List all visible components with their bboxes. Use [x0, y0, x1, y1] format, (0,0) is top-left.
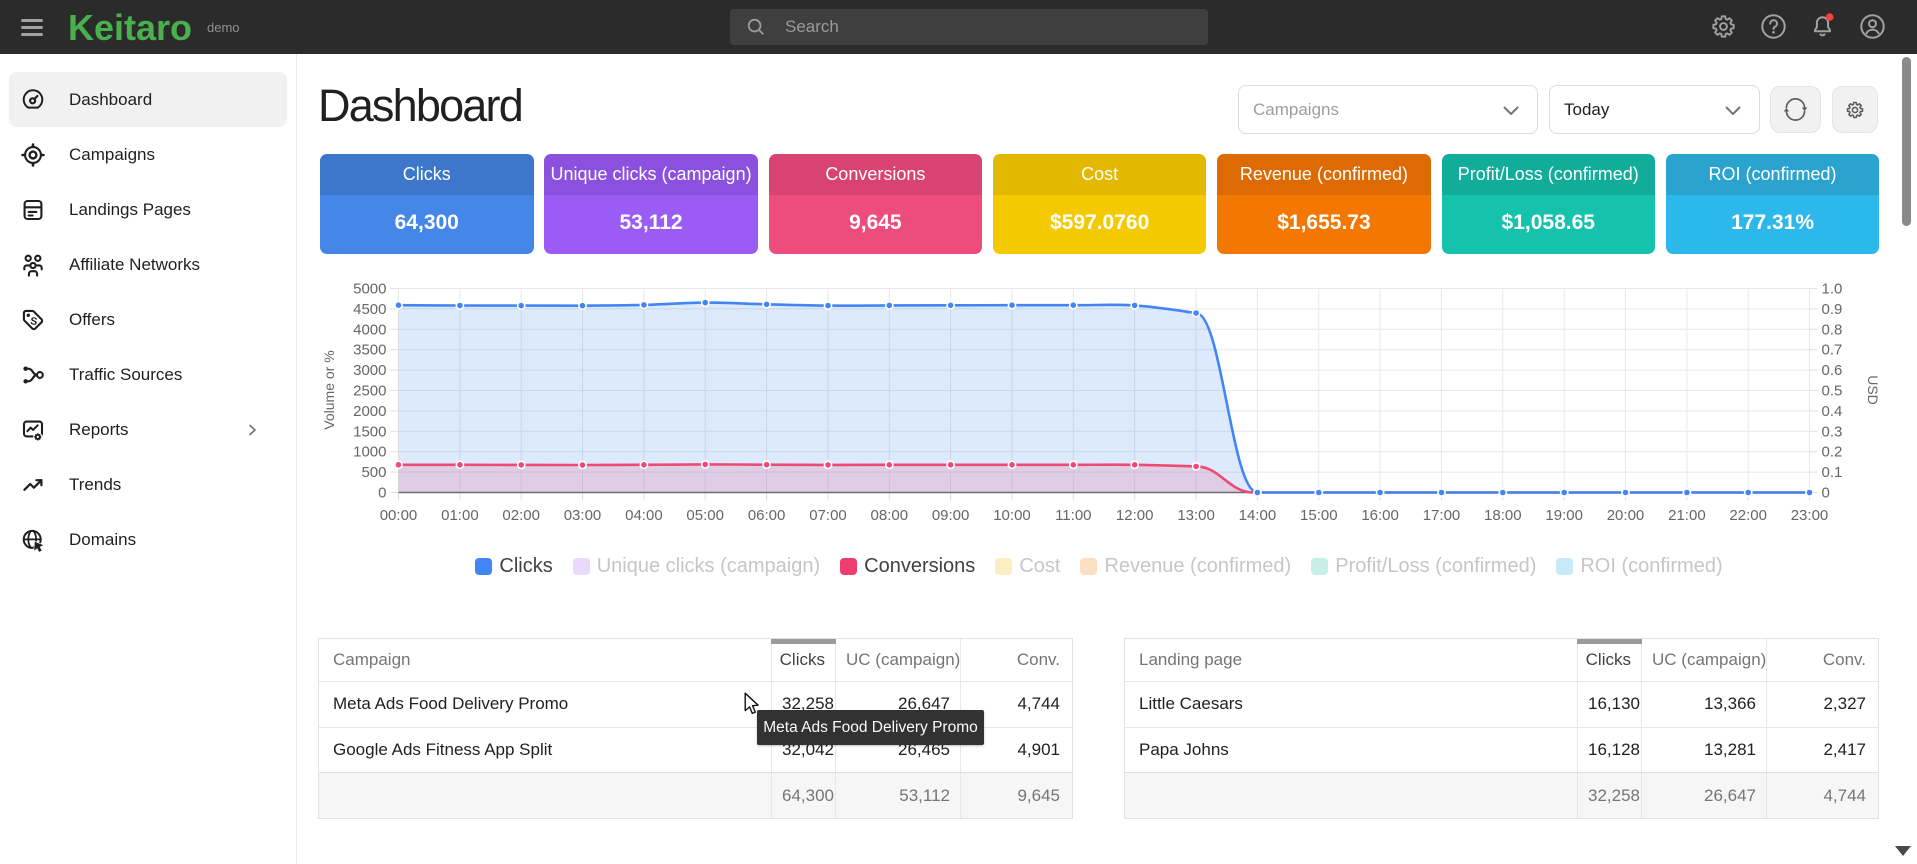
svg-text:08:00: 08:00: [871, 507, 909, 524]
svg-text:0: 0: [378, 485, 386, 502]
svg-text:0.3: 0.3: [1822, 423, 1843, 440]
svg-text:1.0: 1.0: [1822, 281, 1843, 298]
svg-text:12:00: 12:00: [1116, 507, 1154, 524]
svg-text:0.4: 0.4: [1822, 403, 1843, 420]
svg-text:16:00: 16:00: [1361, 507, 1399, 524]
svg-text:13:00: 13:00: [1177, 507, 1215, 524]
svg-text:0: 0: [1822, 485, 1830, 502]
svg-text:5000: 5000: [353, 281, 386, 298]
svg-text:21:00: 21:00: [1668, 507, 1706, 524]
svg-text:09:00: 09:00: [932, 507, 970, 524]
svg-text:2000: 2000: [353, 403, 386, 420]
svg-text:4000: 4000: [353, 321, 386, 338]
svg-text:USD: USD: [1865, 375, 1881, 405]
svg-text:Volume or %: Volume or %: [321, 350, 337, 429]
svg-text:19:00: 19:00: [1545, 507, 1583, 524]
svg-text:14:00: 14:00: [1239, 507, 1277, 524]
svg-text:1500: 1500: [353, 423, 386, 440]
svg-text:4500: 4500: [353, 301, 386, 318]
svg-text:0.7: 0.7: [1822, 342, 1843, 359]
svg-text:0.6: 0.6: [1822, 362, 1843, 379]
svg-text:1000: 1000: [353, 444, 386, 461]
svg-text:06:00: 06:00: [748, 507, 786, 524]
svg-text:15:00: 15:00: [1300, 507, 1338, 524]
svg-text:11:00: 11:00: [1055, 507, 1091, 524]
svg-text:05:00: 05:00: [686, 507, 724, 524]
svg-text:20:00: 20:00: [1607, 507, 1645, 524]
svg-text:01:00: 01:00: [441, 507, 479, 524]
svg-text:17:00: 17:00: [1423, 507, 1461, 524]
svg-text:22:00: 22:00: [1729, 507, 1767, 524]
svg-text:0.9: 0.9: [1822, 301, 1843, 318]
svg-text:3500: 3500: [353, 342, 386, 359]
svg-text:0.2: 0.2: [1822, 444, 1843, 461]
svg-text:23:00: 23:00: [1791, 507, 1829, 524]
svg-text:10:00: 10:00: [993, 507, 1031, 524]
svg-text:04:00: 04:00: [625, 507, 663, 524]
svg-text:3000: 3000: [353, 362, 386, 379]
svg-text:02:00: 02:00: [502, 507, 540, 524]
svg-text:2500: 2500: [353, 383, 386, 400]
svg-text:18:00: 18:00: [1484, 507, 1522, 524]
svg-text:0.8: 0.8: [1822, 321, 1843, 338]
svg-text:07:00: 07:00: [809, 507, 847, 524]
svg-text:00:00: 00:00: [380, 507, 418, 524]
svg-text:500: 500: [361, 464, 386, 481]
svg-text:03:00: 03:00: [564, 507, 602, 524]
svg-text:0.5: 0.5: [1822, 383, 1843, 400]
svg-text:0.1: 0.1: [1822, 464, 1843, 481]
